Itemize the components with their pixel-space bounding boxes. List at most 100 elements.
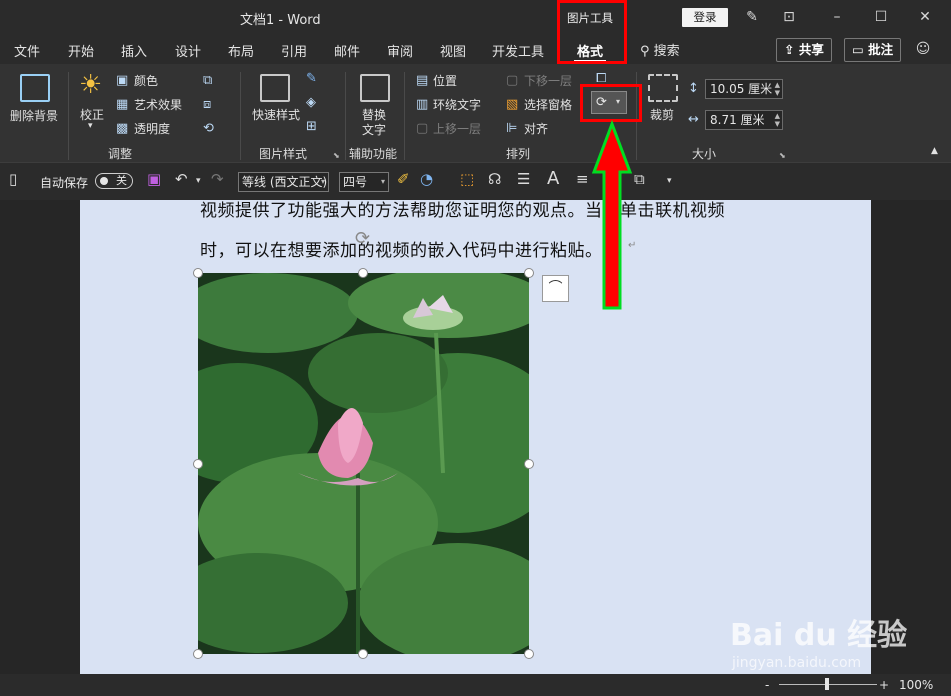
line-spacing-icon[interactable]: ☰ — [517, 172, 530, 187]
transparency-icon: ▩ — [116, 121, 129, 136]
new-document-icon[interactable]: ▯ — [9, 172, 17, 187]
tab-view[interactable]: 视图 — [440, 41, 466, 60]
login-button[interactable]: 登录 — [682, 8, 728, 27]
zoom-level[interactable]: 100% — [899, 678, 933, 692]
tab-file[interactable]: 文件 — [14, 41, 40, 60]
color-button[interactable]: 颜色 — [134, 72, 158, 89]
resize-handle-top-left[interactable] — [193, 268, 203, 278]
rotate-handle-icon[interactable]: ⟳ — [355, 228, 370, 249]
document-title: 文档1 - Word — [240, 13, 321, 28]
remove-background-button[interactable]: 删除背景 — [10, 107, 58, 124]
zoom-out-icon[interactable]: - — [765, 678, 769, 692]
size-launcher-icon[interactable]: ⬊ — [779, 151, 786, 160]
wrap-text-button[interactable]: 环绕文字 — [433, 96, 481, 113]
collapse-ribbon-icon[interactable]: ▲ — [931, 146, 938, 156]
tab-home[interactable]: 开始 — [68, 41, 94, 60]
change-picture-icon[interactable]: ⧈ — [203, 98, 211, 111]
lotus-image — [198, 273, 529, 654]
highlight-box-picture-tools — [557, 0, 627, 64]
resize-handle-bottom[interactable] — [358, 649, 368, 659]
resize-handle-left[interactable] — [193, 459, 203, 469]
minimize-icon[interactable]: – — [826, 6, 848, 28]
tab-review[interactable]: 审阅 — [387, 41, 413, 60]
title-bar: 文档1 - Word 图片工具 登录 ✎ ⊡ – ☐ ✕ — [0, 0, 951, 34]
spinner-icon[interactable]: ▲ ▼ — [775, 81, 780, 97]
annotation-arrow-icon — [591, 120, 633, 310]
resize-handle-bottom-left[interactable] — [193, 649, 203, 659]
document-text-line-2[interactable]: 时，可以在想要添加的视频的嵌入代码中进行粘贴。 — [200, 236, 603, 261]
tab-insert[interactable]: 插入 — [121, 41, 147, 60]
layout-options-button[interactable]: ⌒ — [542, 275, 569, 302]
resize-handle-top[interactable] — [358, 268, 368, 278]
spinner-icon[interactable]: ▲ ▼ — [775, 112, 780, 128]
document-copy-icon[interactable]: ⧉ — [634, 172, 645, 187]
watermark-brand: Bai du 经验 — [730, 618, 908, 653]
quick-styles-icon — [260, 74, 290, 102]
position-button[interactable]: 位置 — [433, 72, 457, 89]
group-label-adjust: 调整 — [108, 147, 133, 161]
save-icon[interactable]: ▣ — [147, 172, 161, 187]
resize-handle-right[interactable] — [524, 459, 534, 469]
resize-handle-bottom-right[interactable] — [524, 649, 534, 659]
chevron-down-icon: ▾ — [616, 97, 621, 106]
color-icon: ▣ — [116, 73, 129, 88]
paragraph-icon[interactable]: ≡ — [576, 172, 589, 187]
crop-button[interactable]: 裁剪 — [650, 106, 674, 123]
align-icon: ⊫ — [506, 121, 518, 136]
comments-button[interactable]: ▭ 批注 — [844, 38, 902, 62]
voice-icon[interactable]: ☊ — [488, 172, 501, 187]
picture-layout-icon[interactable]: ⊞ — [306, 120, 317, 133]
reset-picture-icon[interactable]: ⟲ — [203, 122, 214, 135]
rotate-button[interactable]: ⟳ ▾ — [591, 91, 627, 114]
shapes-icon[interactable]: ◔ — [420, 172, 433, 187]
height-input[interactable]: 10.05 厘米 ▲ ▼ — [705, 79, 783, 99]
tab-layout[interactable]: 布局 — [228, 41, 254, 60]
bring-forward-button[interactable]: 上移一层 — [433, 120, 481, 137]
tab-design[interactable]: 设计 — [175, 41, 201, 60]
tab-developer[interactable]: 开发工具 — [492, 41, 544, 60]
feedback-smiley-icon[interactable]: ☺ — [912, 38, 934, 60]
zoom-in-icon[interactable]: + — [879, 678, 889, 692]
customize-qat-icon[interactable]: ▾ — [667, 177, 672, 186]
compress-pictures-icon[interactable]: ⧉ — [203, 74, 212, 87]
share-button[interactable]: ⇪ 共享 — [776, 38, 832, 62]
width-input[interactable]: 8.71 厘米 ▲ ▼ — [705, 110, 783, 130]
font-icon[interactable]: A — [547, 170, 559, 188]
font-size-select[interactable]: 四号 ▾ — [339, 172, 389, 192]
selection-pane-icon: ▧ — [506, 97, 519, 112]
send-backward-icon: ▢ — [506, 73, 519, 88]
artistic-effects-button[interactable]: 艺术效果 — [134, 96, 182, 113]
format-painter-icon[interactable]: ✐ — [397, 172, 410, 187]
document-text-line-1[interactable]: 视频提供了功能强大的方法帮助您证明您的观点。当您单击联机视频 — [200, 196, 725, 221]
chevron-down-icon[interactable]: ▾ — [196, 177, 201, 186]
chevron-down-icon: ▾ — [320, 177, 325, 186]
redo-icon[interactable]: ↷ — [211, 172, 224, 187]
chevron-down-icon: ▾ — [88, 121, 93, 131]
picture-border-icon[interactable]: ✎ — [306, 72, 317, 85]
resize-handle-top-right[interactable] — [524, 268, 534, 278]
comment-label: 批注 — [868, 42, 894, 57]
align-button[interactable]: 对齐 — [524, 120, 548, 137]
picture-styles-launcher-icon[interactable]: ⬊ — [333, 151, 340, 160]
quick-styles-button[interactable]: 快速样式 — [252, 106, 300, 123]
picture-effects-icon[interactable]: ◈ — [306, 96, 316, 109]
maximize-icon[interactable]: ☐ — [870, 6, 892, 28]
text-box-icon[interactable]: ⬚ — [460, 172, 474, 187]
divider — [240, 72, 241, 160]
selection-pane-button[interactable]: 选择窗格 — [524, 96, 572, 113]
pen-icon[interactable]: ✎ — [741, 6, 763, 28]
transparency-button[interactable]: 透明度 — [134, 120, 170, 137]
ribbon-display-options-icon[interactable]: ⊡ — [778, 6, 800, 28]
undo-icon[interactable]: ↶ — [175, 172, 188, 187]
font-name-select[interactable]: 等线 (西文正文) ▾ — [238, 172, 329, 192]
search-tab[interactable]: ⚲ 搜索 — [640, 40, 680, 59]
alt-text-icon — [360, 74, 390, 102]
divider — [68, 72, 69, 160]
autosave-toggle[interactable]: 关 — [95, 173, 133, 189]
tab-references[interactable]: 引用 — [281, 41, 307, 60]
lotus-picture[interactable] — [198, 273, 529, 654]
alt-text-button-line2[interactable]: 文字 — [362, 121, 386, 138]
send-backward-button[interactable]: 下移一层 — [524, 72, 572, 89]
close-icon[interactable]: ✕ — [914, 6, 936, 28]
tab-mailings[interactable]: 邮件 — [334, 41, 360, 60]
